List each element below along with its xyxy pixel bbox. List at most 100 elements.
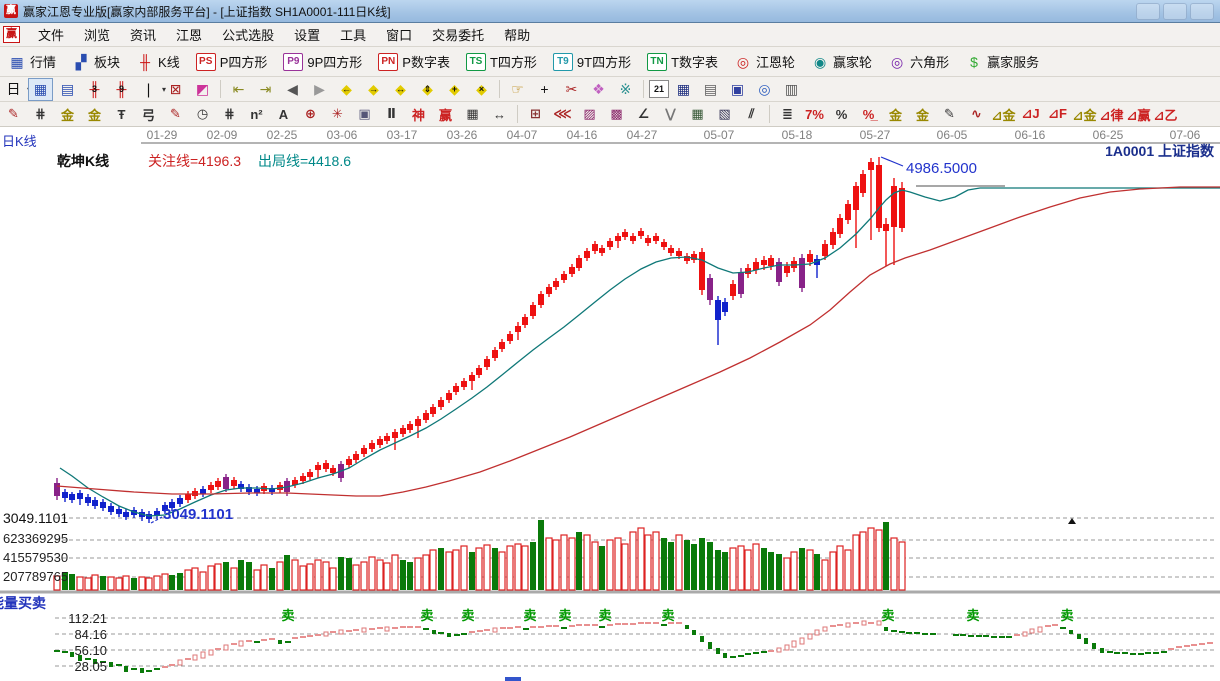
draw-tool-time-circle-icon[interactable]: ◷ bbox=[190, 104, 215, 125]
menu-item-交易委托[interactable]: 交易委托 bbox=[422, 23, 494, 46]
draw-tool-shen-tool-icon[interactable]: 神 bbox=[406, 104, 431, 125]
draw-tool-draw-pen-icon[interactable]: ✎ bbox=[1, 104, 26, 125]
tool-quote-list-icon[interactable]: ▤ bbox=[55, 78, 80, 101]
tool-kline-3-icon[interactable]: ╫3 bbox=[82, 78, 107, 101]
toolbar-button-winner-service[interactable]: $赢家服务 bbox=[958, 50, 1046, 73]
draw-tool-gold-grid-1-icon[interactable]: 金 bbox=[55, 104, 80, 125]
scrollbar-thumb[interactable] bbox=[505, 677, 521, 681]
menu-item-浏览[interactable]: 浏览 bbox=[74, 23, 120, 46]
tool-gann-grid-icon[interactable]: ⊠ bbox=[163, 78, 188, 101]
draw-tool-star-web-icon[interactable]: ✳ bbox=[325, 104, 350, 125]
toolbar-button-t-number-table[interactable]: TNT数字表 bbox=[640, 50, 725, 73]
tool-layout-grid-icon[interactable]: ▦ bbox=[28, 78, 53, 101]
draw-tool-grid-lines-icon[interactable]: ⋕ bbox=[28, 104, 53, 125]
draw-tool-pct-icon[interactable]: % bbox=[829, 104, 854, 125]
menu-item-资讯[interactable]: 资讯 bbox=[120, 23, 166, 46]
draw-tool-f-lines-icon[interactable]: Ŧ bbox=[109, 104, 134, 125]
draw-tool-gold-circle-icon[interactable]: 金 bbox=[883, 104, 908, 125]
close-button[interactable] bbox=[1190, 3, 1214, 20]
draw-tool-de-angle-icon[interactable]: ⊿律 bbox=[1099, 104, 1124, 125]
tool-stamp-tool-icon[interactable]: ❖ bbox=[586, 78, 611, 101]
draw-tool-web-box2-icon[interactable]: ▩ bbox=[604, 104, 629, 125]
draw-tool-gold-line-icon[interactable]: 金 bbox=[910, 104, 935, 125]
menu-item-窗口[interactable]: 窗口 bbox=[376, 23, 422, 46]
draw-tool-frame-tool-icon[interactable]: ⊞ bbox=[523, 104, 548, 125]
draw-tool-j-angle-icon[interactable]: ⊿J bbox=[1018, 104, 1043, 125]
tool-cut-tool-icon[interactable]: ✂ bbox=[559, 78, 584, 101]
toolbar-button-p-square[interactable]: PSP四方形 bbox=[189, 50, 275, 73]
draw-tool-grid-b-icon[interactable]: ▧ bbox=[712, 104, 737, 125]
draw-tool-pct-line-icon[interactable]: %̲ bbox=[856, 104, 881, 125]
maximize-button[interactable] bbox=[1163, 3, 1187, 20]
menu-item-文件[interactable]: 文件 bbox=[28, 23, 74, 46]
draw-tool-a-line-icon[interactable]: A bbox=[271, 104, 296, 125]
tool-save-icon[interactable]: ▣ bbox=[725, 78, 750, 101]
toolbar-button-sectors[interactable]: ▞板块 bbox=[65, 50, 127, 73]
menu-item-公式选股[interactable]: 公式选股 bbox=[212, 23, 284, 46]
draw-tool-pen-2-icon[interactable]: ✎ bbox=[163, 104, 188, 125]
draw-tool-win-angle-icon[interactable]: ⊿赢 bbox=[1126, 104, 1151, 125]
tool-first-bar-icon[interactable]: ⇤ bbox=[226, 78, 251, 101]
menu-item-江恩[interactable]: 江恩 bbox=[166, 23, 212, 46]
tool-zoom-vert-icon[interactable]: ◆⇕ bbox=[415, 78, 440, 101]
draw-tool-brush-icon[interactable]: ✎ bbox=[937, 104, 962, 125]
tool-color-flag-icon[interactable]: ◩ bbox=[190, 78, 215, 101]
draw-tool-pct-7-icon[interactable]: 7% bbox=[802, 104, 827, 125]
menu-item-帮助[interactable]: 帮助 bbox=[494, 23, 540, 46]
tool-print-icon[interactable]: ▥ bbox=[779, 78, 804, 101]
tool-period-day-icon[interactable]: 日▾ bbox=[1, 78, 26, 101]
tool-zoom-out-icon[interactable]: ◆× bbox=[469, 78, 494, 101]
kline-chart-canvas[interactable]: 01-2902-0902-2503-0603-1703-2604-0704-16… bbox=[0, 127, 1220, 681]
draw-tool-levels-icon[interactable]: ≣ bbox=[775, 104, 800, 125]
draw-tool-zigzag-icon[interactable]: ⋁ bbox=[658, 104, 683, 125]
draw-tool-parallel-icon[interactable]: ⫽ bbox=[739, 104, 764, 125]
draw-tool-k-marks-icon[interactable]: Ⅱ bbox=[379, 104, 404, 125]
minimize-button[interactable] bbox=[1136, 3, 1160, 20]
draw-tool-spiral-icon[interactable]: 弓 bbox=[136, 104, 161, 125]
toolbar-button-hexagon[interactable]: ◎六角形 bbox=[881, 50, 956, 73]
draw-tool-fan-rays-icon[interactable]: ⋘ bbox=[550, 104, 575, 125]
tool-zoom-left-icon[interactable]: ◆← bbox=[334, 78, 359, 101]
draw-tool-n-square-icon[interactable]: n² bbox=[244, 104, 269, 125]
toolbar-button-kline[interactable]: ╫K线 bbox=[129, 50, 187, 73]
toolbar-button-p-number-table[interactable]: PNP数字表 bbox=[371, 50, 457, 73]
draw-tool-angle-line-icon[interactable]: ∠ bbox=[631, 104, 656, 125]
tool-notepad-icon[interactable]: ▤ bbox=[698, 78, 723, 101]
draw-tool-box-web-icon[interactable]: ▣ bbox=[352, 104, 377, 125]
tool-last-bar-icon[interactable]: ⇥ bbox=[253, 78, 278, 101]
draw-tool-grid-a-icon[interactable]: ▦ bbox=[685, 104, 710, 125]
tool-hand-tool-icon[interactable]: ☞ bbox=[505, 78, 530, 101]
tool-network-icon[interactable]: ◎ bbox=[752, 78, 777, 101]
tool-prev-bar-icon[interactable]: ◀ bbox=[280, 78, 305, 101]
toolbar-button-gann-wheel[interactable]: ◎江恩轮 bbox=[727, 50, 802, 73]
draw-tool-grid-123-icon[interactable]: ▦ bbox=[460, 104, 485, 125]
draw-tool-z-angle-icon[interactable]: ⊿乙 bbox=[1153, 104, 1178, 125]
draw-tool-win-tool-icon[interactable]: 赢 bbox=[433, 104, 458, 125]
toolbar-button-9p-square[interactable]: P99P四方形 bbox=[276, 50, 369, 73]
draw-tool-gold-angle2-icon[interactable]: ⊿金 bbox=[1072, 104, 1097, 125]
draw-tool-web-box-icon[interactable]: ▨ bbox=[577, 104, 602, 125]
tool-next-bar-icon[interactable]: ▶ bbox=[307, 78, 332, 101]
toolbar-button-9t-square[interactable]: T99T四方形 bbox=[546, 50, 638, 73]
tool-zoom-right-icon[interactable]: ◆→ bbox=[361, 78, 386, 101]
tool-zoom-in-icon[interactable]: ◆+ bbox=[442, 78, 467, 101]
draw-tool-compass-icon[interactable]: ⊕ bbox=[298, 104, 323, 125]
draw-tool-width-arrows-icon[interactable]: ↔ bbox=[487, 104, 512, 125]
tool-calendar-icon[interactable]: 21 bbox=[649, 80, 669, 98]
draw-tool-gold-angle-icon[interactable]: ⊿金 bbox=[991, 104, 1016, 125]
chart-area[interactable]: 01-2902-0902-2503-0603-1703-2604-0704-16… bbox=[0, 127, 1220, 681]
toolbar-button-t-square[interactable]: TST四方形 bbox=[459, 50, 544, 73]
tool-zoom-both-icon[interactable]: ◆↔ bbox=[388, 78, 413, 101]
toolbar-button-winner-wheel[interactable]: ◉赢家轮 bbox=[804, 50, 879, 73]
menu-item-设置[interactable]: 设置 bbox=[284, 23, 330, 46]
tool-pattern-tool-icon[interactable]: ※ bbox=[613, 78, 638, 101]
draw-tool-gold-grid-2-icon[interactable]: 金 bbox=[82, 104, 107, 125]
draw-tool-fence-icon[interactable]: ⋕ bbox=[217, 104, 242, 125]
tool-candle-style-icon[interactable]: ❘▾ bbox=[136, 78, 161, 101]
tool-kline-9-icon[interactable]: ╫9 bbox=[109, 78, 134, 101]
draw-tool-wave-icon[interactable]: ∿ bbox=[964, 104, 989, 125]
tool-crosshair-tool-icon[interactable]: + bbox=[532, 78, 557, 101]
toolbar-button-quotes[interactable]: ▦行情 bbox=[1, 50, 63, 73]
menu-item-工具[interactable]: 工具 bbox=[330, 23, 376, 46]
tool-calculator-icon[interactable]: ▦ bbox=[671, 78, 696, 101]
